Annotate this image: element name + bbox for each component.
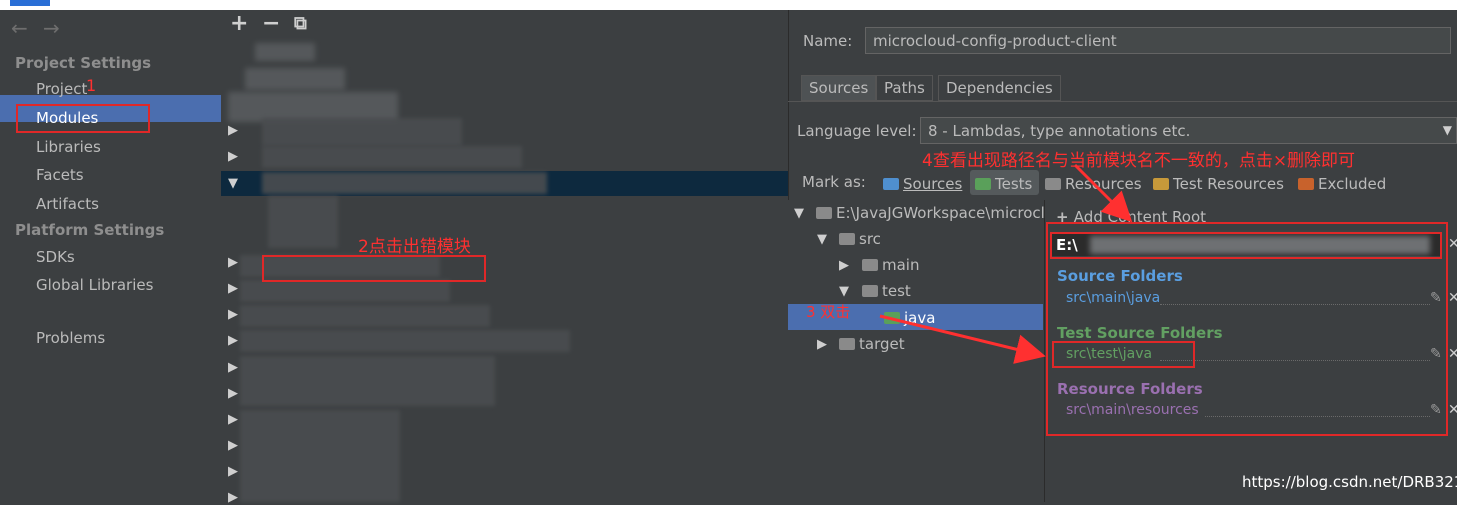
annotation-arrows xyxy=(879,163,1133,364)
arrow-step-3 xyxy=(879,314,1046,364)
arrow-step-4 xyxy=(1073,163,1133,223)
